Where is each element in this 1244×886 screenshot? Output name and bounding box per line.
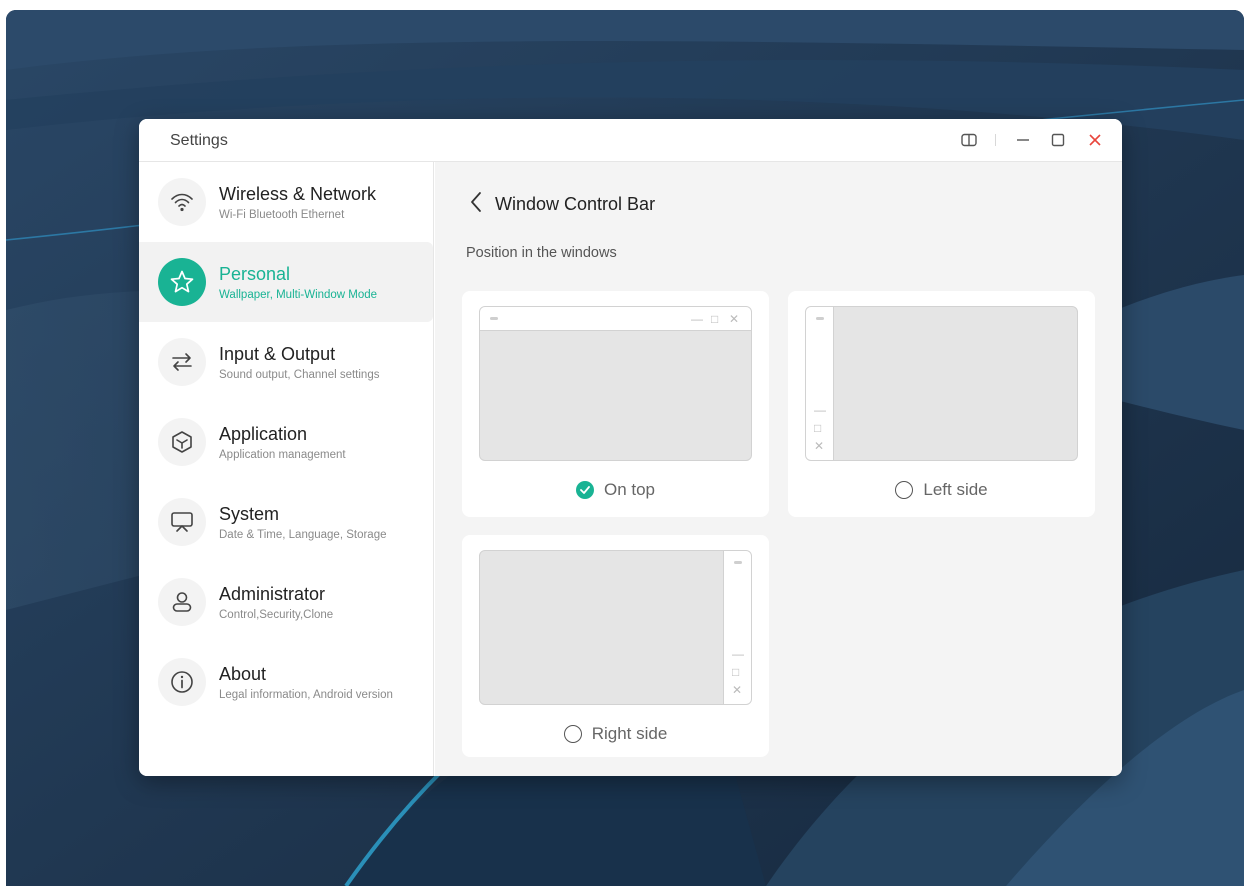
settings-content: Window Control Bar Position in the windo… — [435, 162, 1122, 776]
page-header: Window Control Bar — [469, 189, 655, 219]
sidebar-item-wireless-network[interactable]: Wireless & Network Wi-Fi Bluetooth Ether… — [139, 162, 433, 242]
preview-on-top: — □ ✕ — [479, 306, 752, 461]
option-label: On top — [603, 480, 656, 499]
drag-handle-icon — [734, 561, 742, 564]
sidebar-item-administrator[interactable]: Administrator Control,Security,Clone — [139, 562, 433, 642]
radio-option-on-top[interactable]: On top — [462, 475, 769, 505]
mini-close-icon: ✕ — [729, 312, 740, 326]
radio-unchecked-icon[interactable] — [895, 481, 914, 499]
preview-control-bar: — □ ✕ — [806, 307, 834, 460]
sidebar-item-title: System — [219, 504, 280, 524]
presentation-screen-icon — [158, 498, 206, 546]
settings-sidebar: Wireless & Network Wi-Fi Bluetooth Ether… — [139, 162, 434, 776]
mini-minimize-icon: — — [691, 312, 703, 326]
title-bar[interactable]: Settings — [139, 119, 1122, 162]
wifi-icon — [158, 178, 206, 226]
titlebar-separator — [995, 134, 996, 146]
mini-close-icon: ✕ — [814, 439, 825, 453]
sidebar-item-subtitle: Sound output, Channel settings — [219, 369, 380, 381]
sidebar-item-title: Administrator — [219, 584, 326, 604]
sidebar-item-subtitle: Legal information, Android version — [219, 689, 393, 701]
sidebar-item-application[interactable]: Application Application management — [139, 402, 433, 482]
window-title: Settings — [170, 132, 228, 149]
mini-minimize-icon: — — [732, 647, 744, 661]
radio-checked-icon[interactable] — [575, 481, 594, 499]
mini-maximize-icon: □ — [732, 665, 740, 679]
sidebar-item-system[interactable]: System Date & Time, Language, Storage — [139, 482, 433, 562]
close-icon[interactable] — [1085, 130, 1105, 150]
minimize-icon[interactable] — [1013, 130, 1033, 150]
sidebar-item-title: Personal — [219, 264, 291, 284]
back-arrow-icon[interactable] — [469, 191, 483, 218]
option-card-on-top[interactable]: — □ ✕ On top — [462, 291, 769, 517]
preview-left-side: — □ ✕ — [805, 306, 1078, 461]
sidebar-item-title: About — [219, 664, 267, 684]
swap-arrows-icon — [158, 338, 206, 386]
split-view-icon[interactable] — [959, 130, 979, 150]
sidebar-item-subtitle: Wi-Fi Bluetooth Ethernet — [219, 209, 345, 221]
info-icon — [158, 658, 206, 706]
sidebar-item-subtitle: Date & Time, Language, Storage — [219, 529, 387, 541]
sidebar-item-title: Input & Output — [219, 344, 336, 364]
page-title: Window Control Bar — [495, 193, 656, 214]
sidebar-item-subtitle: Control,Security,Clone — [219, 609, 334, 621]
settings-window: Settings Wireless & Network Wi-Fi Blueto… — [139, 119, 1122, 776]
mini-close-icon: ✕ — [732, 683, 743, 697]
star-icon — [158, 258, 206, 306]
preview-right-side: — □ ✕ — [479, 550, 752, 705]
preview-control-bar: — □ ✕ — [480, 307, 751, 331]
sidebar-item-title: Wireless & Network — [219, 184, 377, 204]
mini-maximize-icon: □ — [711, 312, 719, 326]
option-card-left-side[interactable]: — □ ✕ Left side — [788, 291, 1095, 517]
option-label: Right side — [591, 724, 668, 743]
sidebar-item-personal[interactable]: Personal Wallpaper, Multi-Window Mode — [139, 242, 433, 322]
radio-unchecked-icon[interactable] — [563, 725, 582, 743]
drag-handle-icon — [816, 317, 824, 320]
person-icon — [158, 578, 206, 626]
preview-control-bar: — □ ✕ — [723, 551, 751, 704]
sidebar-item-input-output[interactable]: Input & Output Sound output, Channel set… — [139, 322, 433, 402]
sidebar-item-subtitle: Application management — [219, 449, 346, 461]
option-label: Left side — [923, 480, 988, 499]
sidebar-item-about[interactable]: About Legal information, Android version — [139, 642, 433, 722]
drag-handle-icon — [490, 317, 498, 320]
mini-minimize-icon: — — [814, 403, 826, 417]
section-label: Position in the windows — [466, 245, 617, 261]
sidebar-item-subtitle: Wallpaper, Multi-Window Mode — [219, 289, 378, 301]
maximize-icon[interactable] — [1048, 130, 1068, 150]
mini-maximize-icon: □ — [814, 421, 822, 435]
cube-icon — [158, 418, 206, 466]
option-card-right-side[interactable]: — □ ✕ Right side — [462, 535, 769, 757]
radio-option-left-side[interactable]: Left side — [788, 475, 1095, 505]
radio-option-right-side[interactable]: Right side — [462, 719, 769, 749]
sidebar-item-title: Application — [219, 424, 308, 444]
